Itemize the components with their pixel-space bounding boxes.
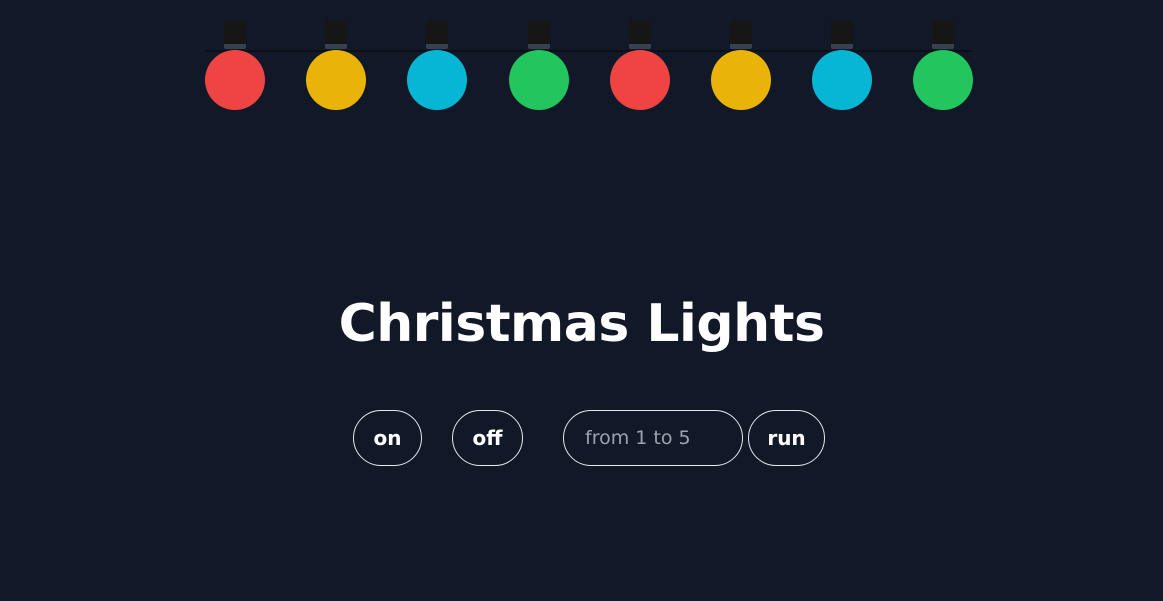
bulb-globe: [205, 50, 265, 110]
bulb-socket: [528, 20, 550, 49]
bulb-globe: [509, 50, 569, 110]
light-bulb-7: [812, 20, 872, 112]
on-button[interactable]: on: [353, 410, 422, 466]
bulb-socket: [325, 20, 347, 49]
light-bulb-6: [711, 20, 771, 112]
light-string: [0, 0, 1163, 120]
bulb-globe: [407, 50, 467, 110]
run-button[interactable]: run: [748, 410, 825, 466]
off-button[interactable]: off: [452, 410, 523, 466]
light-bulb-8: [913, 20, 973, 112]
bulb-socket: [932, 20, 954, 49]
bulb-socket: [224, 20, 246, 49]
controls-bar: on off run: [0, 410, 1163, 468]
page-title: Christmas Lights: [338, 294, 825, 354]
bulb-socket: [730, 20, 752, 49]
bulb-globe: [711, 50, 771, 110]
bulb-socket: [426, 20, 448, 49]
light-bulb-5: [610, 20, 670, 112]
light-bulb-2: [306, 20, 366, 112]
light-bulb-4: [509, 20, 569, 112]
bulb-globe: [913, 50, 973, 110]
bulb-globe: [306, 50, 366, 110]
light-bulb-1: [205, 20, 265, 112]
light-bulb-3: [407, 20, 467, 112]
bulb-socket: [831, 20, 853, 49]
speed-input[interactable]: [563, 410, 743, 466]
bulb-socket: [629, 20, 651, 49]
app-root: Christmas Lights on off run: [0, 0, 1163, 601]
bulb-globe: [812, 50, 872, 110]
bulb-globe: [610, 50, 670, 110]
